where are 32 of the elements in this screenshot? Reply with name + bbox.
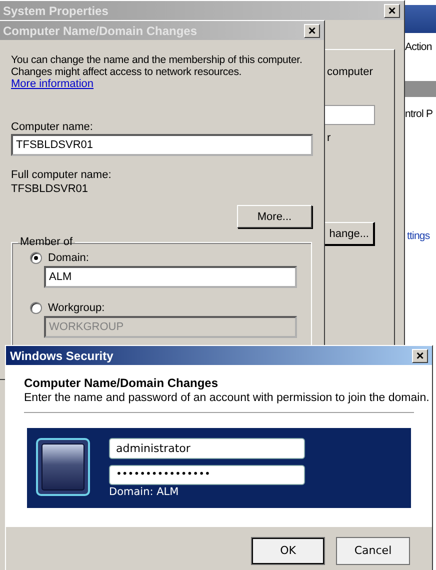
radio-label: Domain: [48,252,89,264]
description-text: Enter the name and password of an account with permission to join the domain. [24,391,430,405]
description-text: computer [327,66,373,78]
actions-label: Action [405,41,432,53]
window-title: Windows Security [10,348,114,362]
field-label: Full computer name: [11,169,112,182]
radio-label: Workgroup: [48,302,105,314]
label-text: r [327,132,331,144]
text-field[interactable]: ALM [44,266,297,288]
full-name-text: TFSBLDSVR01 [11,183,90,196]
user-tile-icon [36,438,90,496]
cancel-button[interactable]: Cancel [336,536,410,564]
close-button[interactable]: × [304,24,320,38]
header-band [405,81,436,97]
window-title: System Properties [3,4,108,18]
more-information-link[interactable]: More information [11,78,94,91]
text-field[interactable] [324,105,375,125]
dialog-heading: Computer Name/Domain Changes [24,376,220,390]
settings-link[interactable]: ttings [407,230,430,242]
more-button[interactable]: More... [237,205,312,228]
close-button[interactable]: × [412,348,428,362]
close-button[interactable]: × [384,4,400,18]
description-text: You can change the name and the membership of this computer. Changes might affect access to network resources. [11,54,304,78]
username-field[interactable]: administrator [109,438,305,459]
field-label: Computer name: [11,121,94,134]
password-field[interactable]: •••••••••••••••• [109,464,305,485]
domain-text: Domain: ALM [109,486,180,498]
breadcrumb-text: ntrol P [405,108,433,120]
ok-button[interactable]: OK [251,536,325,564]
radio-button[interactable] [30,252,42,264]
group-label: Member of [19,236,74,248]
computer-name-field[interactable]: TFSBLDSVR01 [11,134,313,156]
